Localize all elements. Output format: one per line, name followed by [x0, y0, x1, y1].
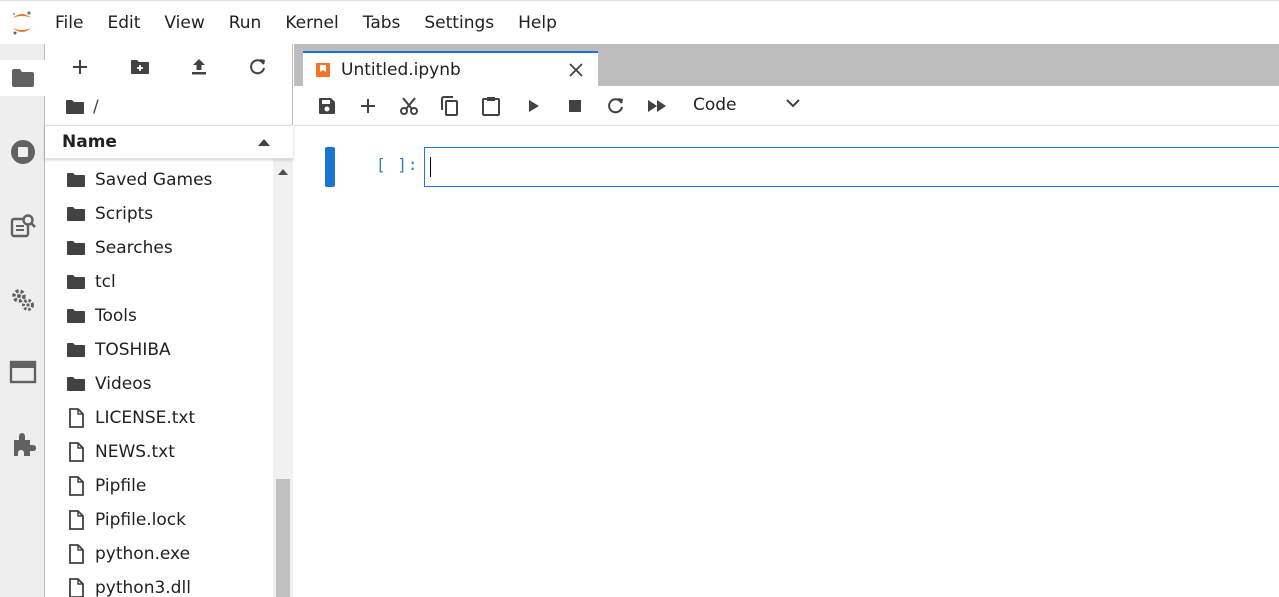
list-item-label: NEWS.txt	[95, 442, 175, 462]
new-launcher-button[interactable]	[65, 52, 95, 82]
folder-icon[interactable]	[0, 60, 46, 96]
file-list: project-mysiteSaved GamesScriptsSearches…	[45, 142, 272, 597]
file-list-item[interactable]: Pipfile	[45, 469, 272, 503]
folder-icon	[66, 272, 86, 292]
folder-icon	[66, 204, 86, 224]
file-list-item[interactable]: NEWS.txt	[45, 435, 272, 469]
folder-icon	[66, 374, 86, 394]
cell-type-value: Code	[693, 95, 737, 115]
restart-kernel-button[interactable]	[601, 91, 631, 121]
notebook-panel: [ ]:	[294, 127, 1279, 597]
running-icon[interactable]	[0, 134, 45, 170]
insert-cell-button[interactable]	[353, 91, 383, 121]
cell-collapser[interactable]	[325, 147, 335, 187]
list-item-label: Tools	[95, 306, 137, 326]
list-item-label: Scripts	[95, 204, 154, 224]
folder-list-item[interactable]: TOSHIBA	[45, 333, 272, 367]
notebook-toolbar: Code	[294, 86, 1279, 126]
home-folder-icon[interactable]	[65, 99, 85, 115]
save-button[interactable]	[312, 91, 342, 121]
menu-file[interactable]: File	[44, 1, 95, 45]
file-browser-panel: / Name project-mysiteSaved GamesScriptsS…	[45, 44, 293, 597]
breadcrumb-root[interactable]: /	[93, 97, 99, 117]
cell-input-prompt: [ ]:	[376, 155, 419, 174]
file-list-item[interactable]: python3.dll	[45, 571, 272, 597]
new-folder-button[interactable]	[125, 52, 155, 82]
chevron-down-icon	[786, 99, 800, 108]
tab-untitled-ipynb[interactable]: Untitled.ipynb	[303, 51, 598, 86]
folder-list-item[interactable]: tcl	[45, 265, 272, 299]
menu-bar: File Edit View Run Kernel Tabs Settings …	[0, 0, 1279, 44]
text-cursor	[430, 157, 431, 177]
menu-edit[interactable]: Edit	[95, 1, 152, 45]
file-icon	[66, 408, 86, 428]
menu-run[interactable]: Run	[217, 1, 274, 45]
file-list-item[interactable]: LICENSE.txt	[45, 401, 272, 435]
file-icon	[66, 476, 86, 496]
folder-list-item[interactable]: Videos	[45, 367, 272, 401]
jupyter-logo-icon[interactable]	[0, 1, 44, 45]
cell-type-dropdown[interactable]: Code	[687, 92, 803, 120]
folder-list-item[interactable]: Tools	[45, 299, 272, 333]
main-tab-bar: Untitled.ipynb	[294, 44, 1279, 86]
folder-list-item[interactable]: Saved Games	[45, 163, 272, 197]
folder-list-item[interactable]: Searches	[45, 231, 272, 265]
notebook-icon	[316, 62, 330, 77]
folder-icon	[66, 306, 86, 326]
menu-kernel[interactable]: Kernel	[273, 1, 350, 45]
file-list-item[interactable]: python.exe	[45, 537, 272, 571]
run-cell-button[interactable]	[519, 91, 549, 121]
column-header-name[interactable]: Name	[45, 125, 293, 159]
scroll-up-icon[interactable]	[278, 169, 288, 175]
breadcrumb: /	[65, 94, 99, 120]
list-item-label: Saved Games	[95, 170, 213, 190]
file-browser-toolbar	[45, 44, 293, 88]
folder-icon	[66, 340, 86, 360]
list-item-label: Pipfile.lock	[95, 510, 187, 530]
file-icon	[66, 578, 86, 597]
scrollbar-thumb[interactable]	[276, 479, 290, 597]
file-list-scrollbar[interactable]	[273, 159, 293, 597]
list-item-label: Searches	[95, 238, 173, 258]
menu-view[interactable]: View	[152, 1, 216, 45]
commands-icon[interactable]	[0, 208, 45, 244]
column-header-label: Name	[62, 132, 117, 152]
cut-button[interactable]	[394, 91, 424, 121]
code-cell-editor[interactable]	[424, 147, 1279, 187]
folder-icon	[66, 170, 86, 190]
menu-settings[interactable]: Settings	[412, 1, 506, 45]
refresh-button[interactable]	[243, 52, 273, 82]
interrupt-kernel-button[interactable]	[560, 91, 590, 121]
folder-list-item[interactable]: Scripts	[45, 197, 272, 231]
list-item-label: Pipfile	[95, 476, 147, 496]
copy-button[interactable]	[435, 91, 465, 121]
menu-tabs[interactable]: Tabs	[351, 1, 413, 45]
list-item-label: LICENSE.txt	[95, 408, 196, 428]
file-icon	[66, 544, 86, 564]
file-list-item[interactable]: Pipfile.lock	[45, 503, 272, 537]
list-item-label: TOSHIBA	[95, 340, 171, 360]
tab-title: Untitled.ipynb	[341, 59, 461, 80]
sort-ascending-icon	[258, 139, 270, 146]
close-icon[interactable]	[568, 62, 584, 78]
extension-icon[interactable]	[0, 426, 45, 462]
paste-button[interactable]	[476, 91, 506, 121]
restart-run-all-button[interactable]	[642, 91, 672, 121]
list-item-label: python.exe	[95, 544, 191, 564]
folder-icon	[66, 238, 86, 258]
menu-help[interactable]: Help	[506, 1, 569, 45]
tabs-icon[interactable]	[0, 354, 45, 390]
left-activity-bar	[0, 44, 46, 597]
property-inspector-icon[interactable]	[0, 282, 45, 318]
list-item-label: Videos	[95, 374, 152, 394]
list-item-label: python3.dll	[95, 578, 191, 597]
upload-button[interactable]	[184, 52, 214, 82]
file-icon	[66, 510, 86, 530]
file-icon	[66, 442, 86, 462]
list-item-label: tcl	[95, 272, 116, 292]
